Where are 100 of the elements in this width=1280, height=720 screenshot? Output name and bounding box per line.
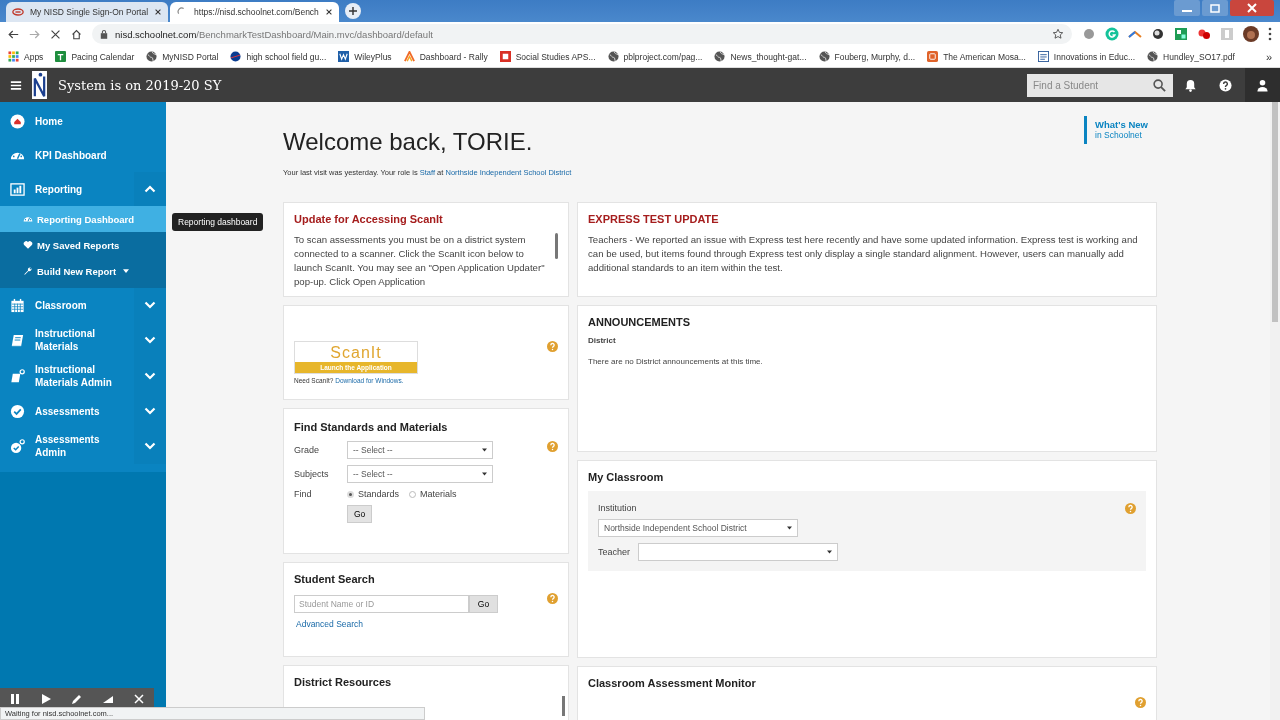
card-title: ANNOUNCEMENTS — [588, 316, 692, 328]
dropdown[interactable]: -- Select -- — [347, 441, 493, 459]
logo-icon — [32, 71, 47, 99]
bookmark[interactable]: Innovations in Educ... — [1037, 51, 1136, 62]
go-button[interactable]: Go — [347, 505, 373, 523]
address-bar[interactable]: nisd.schoolnet.com/BenchmarkTestDashboard/Main.mvc/dashboard/default — [92, 24, 1072, 44]
sidebar-subitem[interactable]: Build New Report — [0, 258, 166, 284]
sidebar-item[interactable]: Reporting — [0, 172, 134, 206]
help-icon[interactable] — [1219, 78, 1232, 92]
sidebar-subitem[interactable]: My Saved Reports — [0, 232, 166, 258]
field-label: Institution — [598, 503, 638, 513]
play-icon[interactable] — [40, 693, 53, 705]
check-circle-icon — [10, 403, 25, 419]
chevron-down-icon — [144, 407, 156, 415]
chevron-down-icon — [144, 301, 156, 309]
bell-icon[interactable] — [1184, 78, 1197, 92]
sidebar-item[interactable]: KPI Dashboard — [0, 138, 166, 172]
check-gear-icon — [10, 438, 25, 454]
student-name-field[interactable]: Student Name or ID — [294, 595, 469, 613]
bookmark[interactable]: pblproject.com/pag... — [607, 51, 703, 62]
expand-toggle[interactable] — [134, 428, 166, 464]
sidebar-item[interactable]: Instructional Materials — [0, 322, 134, 358]
bookmark[interactable]: Hundley_SO17.pdf — [1147, 51, 1235, 62]
chevron-down-icon — [144, 336, 156, 344]
expand-toggle[interactable] — [134, 288, 166, 322]
bookmark[interactable]: MyNISD Portal — [146, 51, 219, 62]
caret-icon — [827, 550, 833, 554]
home-icon[interactable] — [71, 28, 82, 40]
extension-icon[interactable] — [1197, 27, 1211, 41]
more-bookmarks-button[interactable]: » — [1265, 50, 1272, 63]
card-title: Update for Accessing ScanIt — [294, 213, 444, 225]
stop-icon[interactable] — [50, 28, 61, 40]
radio-button[interactable] — [409, 490, 417, 498]
home-icon — [10, 113, 25, 129]
restore-icon[interactable] — [1202, 0, 1228, 16]
dropdown[interactable]: -- Select -- — [347, 465, 493, 483]
whats-new-link[interactable]: What's New in Schoolnet — [1084, 116, 1156, 144]
radio-label: Materials — [420, 489, 457, 499]
bookmark[interactable]: WileyPlus — [338, 51, 392, 62]
institution-dropdown[interactable]: Northside Independent School District — [598, 519, 798, 537]
go-button[interactable]: Go — [469, 595, 498, 613]
announcement-text: There are no District announcements at this time. — [588, 357, 764, 366]
sheet-icon — [55, 51, 67, 62]
bookmark[interactable]: high school field gu... — [230, 51, 327, 62]
globe-icon — [714, 51, 726, 62]
back-icon[interactable] — [8, 28, 19, 40]
sidebar-item[interactable]: Instructional Materials Admin — [0, 358, 134, 394]
welcome-heading: Welcome back, TORIE. — [283, 128, 534, 156]
close-icon[interactable] — [154, 8, 163, 16]
browser-tab[interactable]: My NISD Single Sign-On Portal — [6, 2, 169, 22]
more-menu-icon[interactable] — [1268, 27, 1272, 41]
bookmark[interactable]: Dashboard - Rally — [403, 51, 488, 62]
sidebar-item[interactable]: Home — [0, 104, 166, 138]
gauge-icon — [23, 214, 33, 224]
bookmark[interactable]: News_thought-gat... — [714, 51, 807, 62]
card-title: EXPRESS TEST UPDATE — [588, 213, 720, 225]
pause-icon[interactable] — [9, 693, 22, 705]
chevron-up-icon — [144, 185, 156, 193]
user-icon[interactable] — [1256, 78, 1269, 92]
caret-icon — [123, 269, 130, 273]
bookmark[interactable]: Apps — [8, 51, 44, 62]
card-title: Student Search — [294, 573, 376, 585]
notice-text: Teachers - We reported an issue with Express test here recently and have some updated information. Express test is working and can be used, but items found through Express test only display a single standard alignment. However, users can manually add additional standards to an item within the test. — [588, 233, 1139, 275]
scrollbar-thumb[interactable] — [1272, 102, 1278, 322]
sidebar-item[interactable]: Classroom — [0, 288, 134, 322]
minimize-icon[interactable] — [1174, 0, 1200, 16]
book-gear-icon — [10, 368, 25, 384]
bookmark[interactable]: Fouberg, Murphy, d... — [818, 51, 916, 62]
section-label: District — [588, 336, 617, 345]
close-icon[interactable] — [1230, 0, 1274, 16]
heart-icon — [23, 240, 33, 250]
advanced-search-link[interactable]: Advanced Search — [296, 619, 364, 629]
new-tab-icon[interactable] — [344, 3, 361, 19]
scrollbar-thumb[interactable] — [555, 233, 558, 259]
document-icon — [1037, 51, 1049, 62]
radio-button[interactable] — [347, 490, 354, 498]
triangle-icon[interactable] — [101, 693, 114, 705]
globe-icon — [607, 51, 619, 62]
browser-tab[interactable]: https://nisd.schoolnet.com/Bench — [170, 2, 339, 22]
link-icon — [12, 7, 24, 17]
sidebar-item[interactable]: Assessments Admin — [0, 428, 134, 464]
bookmark[interactable]: Pacing Calendar — [55, 51, 135, 62]
forward-icon[interactable] — [29, 28, 40, 40]
extension-icon[interactable] — [1151, 27, 1165, 41]
bookmark[interactable]: The American Mosa... — [927, 51, 1026, 62]
search-icon[interactable] — [1153, 78, 1166, 92]
close-icon[interactable] — [324, 8, 333, 16]
sidebar-item[interactable]: Assessments — [0, 394, 134, 428]
expand-toggle[interactable] — [134, 172, 166, 206]
bookmark[interactable]: Social Studies APS... — [499, 51, 596, 62]
avatar[interactable] — [1243, 26, 1259, 42]
student-search-field[interactable]: Find a Student — [1027, 73, 1173, 97]
scrollbar-thumb[interactable] — [562, 696, 565, 716]
menu-icon[interactable] — [10, 79, 22, 91]
star-icon[interactable] — [1052, 28, 1064, 40]
lock-icon — [100, 29, 108, 39]
url-text: nisd.schoolnet.com/BenchmarkTestDashboard/Main.mvc/dashboard/default — [115, 28, 434, 40]
field-label: Subjects — [294, 469, 330, 479]
pencil-icon[interactable] — [71, 693, 83, 705]
app-title: System is on 2019-20 SY — [58, 77, 222, 93]
